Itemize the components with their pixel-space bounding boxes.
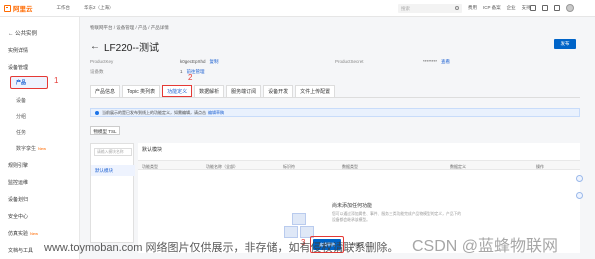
sidebar-item-data-service[interactable]: 设备划归 [8,196,28,203]
product-tabs: 产品信息 Topic 类列表 功能定义 数据解析 服务端订阅 设备开发 文件上传… [90,85,337,97]
device-count-value: 1 [180,69,183,74]
sidebar-item-label: 仿真实验 [8,231,29,237]
sidebar-item-task[interactable]: 任务 [16,129,26,136]
sidebar-item-security[interactable]: 安全中心 [8,213,28,220]
aliyun-logo-icon [4,4,11,12]
sidebar-back-link[interactable]: ← 公共实例 [8,29,37,37]
info-icon [95,110,99,115]
title-row: ← LF220--测试 [90,39,159,54]
sidebar-item-digital-twin[interactable]: 数字孪生 New [16,145,46,152]
device-count-label: 设备数 [90,69,104,74]
notice-text: 当前展示的是已发布到线上的功能定义，如需编辑，请点击 [102,109,206,115]
top-icons [530,4,574,12]
workbench-link[interactable]: 工作台 [57,5,71,11]
back-arrow-icon[interactable]: ← [90,41,100,52]
top-link-icp[interactable]: ICP 备案 [483,5,501,11]
col-function-type: 功能类型 [142,163,158,169]
tab-data-parsing[interactable]: 数据解析 [194,85,225,97]
csdn-watermark: CSDN @蓝蜂物联网 [412,238,559,255]
aliyun-logo[interactable]: 阿里云 [4,3,33,13]
floating-tools [576,175,583,199]
publish-button[interactable]: 发布 [554,39,576,49]
avatar[interactable] [566,4,574,12]
tab-file-upload-config[interactable]: 文件上传配置 [295,85,336,97]
breadcrumb: 物联网平台 / 设备管理 / 产品 / 产品详情 [90,25,169,30]
module-search-input[interactable]: 请输入模块名称 [94,148,132,156]
sidebar-item-label: 数字孪生 [16,146,37,152]
tab-device-development[interactable]: 设备开发 [263,85,294,97]
chat-icon[interactable] [576,192,583,199]
sidebar-item-rules-engine[interactable]: 规则引擎 [8,162,28,169]
new-badge: New [30,231,39,236]
empty-state-description: 您可以通过添加属性、事件、服务三类功能完成产品物模型的定义，产品下的设备都会继承… [332,212,462,222]
tab-function-definition[interactable]: 功能定义 [162,85,193,97]
sidebar-item-product-label: 产品 [16,80,27,86]
top-links: 费用 ICP 备案 企业 支持 [468,5,531,11]
sidebar-item-device[interactable]: 设备 [16,97,26,104]
col-data-definition: 数据定义 [450,163,466,169]
cart-icon[interactable] [542,5,548,11]
product-secret-label: ProductSecret [335,59,364,64]
main-content: 物联网平台 / 设备管理 / 产品 / 产品详情 ← LF220--测试 发布 … [80,17,595,259]
help-icon[interactable] [554,5,560,11]
message-icon[interactable] [530,5,536,11]
col-function-name[interactable]: 功能名称（全部） [206,164,238,170]
new-badge: New [38,146,47,151]
tab-topic-list[interactable]: Topic 类列表 [122,85,161,97]
product-secret-value: ******** [423,59,438,64]
product-key-label: ProductKey [90,59,114,64]
logo-text: 阿里云 [13,6,33,13]
site-watermark: www.toymoban.com 网络图片仅供展示，非存储，如有侵权请联系删除。 [44,242,399,254]
annotation-label-1: 1 [54,76,59,85]
edit-draft-link[interactable]: 编辑草稿 [208,110,224,116]
sidebar-back-label: 公共实例 [15,31,38,37]
sidebar-item-group[interactable]: 分组 [16,113,26,120]
search-placeholder: 搜索 [401,5,410,11]
region-selector[interactable]: 华东2（上海） [84,5,114,11]
sidebar-item-monitoring[interactable]: 监控运维 [8,179,28,186]
module-title: 默认模块 [142,147,163,153]
view-secret-link[interactable]: 查看 [441,59,450,65]
top-link-fees[interactable]: 费用 [468,5,477,11]
sidebar: ← 公共实例 实例详情 设备管理 设备 分组 任务 数字孪生 New 规则引擎 监… [0,17,80,259]
annotation-label-2: 2 [188,73,193,82]
empty-state-title: 尚未添加任何功能 [332,203,373,209]
col-actions: 操作 [536,163,544,169]
product-key-row: ProductKey k0gecEpXhd 复制 [90,59,219,65]
tab-divider [90,97,580,98]
sidebar-item-simulation[interactable]: 仿真实验 New [8,230,38,237]
sidebar-item-docs[interactable]: 文档与工具 [8,247,33,254]
col-data-type: 数据类型 [342,163,358,169]
col-identifier: 标识符 [283,163,295,169]
sidebar-item-instance-detail[interactable]: 实例详情 [8,47,28,54]
sidebar-group-label: 设备管理 [8,65,29,71]
module-list-panel: 请输入模块名称 默认模块 [90,143,135,243]
info-notice: 当前展示的是已发布到线上的功能定义，如需编辑，请点击 编辑草稿 [90,108,580,117]
page-title: LF220--测试 [104,43,160,54]
product-secret-row: ProductSecret ******** 查看 [335,59,450,65]
function-table-header: 功能类型 功能名称（全部） 标识符 数据类型 数据定义 操作 [138,160,580,170]
search-icon [455,6,459,10]
module-item-default[interactable]: 默认模块 [91,165,135,176]
feedback-icon[interactable] [576,175,583,182]
copy-link[interactable]: 复制 [210,59,219,65]
product-key-value: k0gecEpXhd [180,59,206,64]
top-link-enterprise[interactable]: 企业 [507,5,516,11]
global-search-input[interactable]: 搜索 [398,4,462,13]
sidebar-group-device-mgmt[interactable]: 设备管理 [8,64,76,71]
tsl-button[interactable]: 物模型 TSL [90,126,120,135]
tab-product-info[interactable]: 产品信息 [90,85,121,97]
tab-server-subscription[interactable]: 服务端订阅 [226,85,262,97]
